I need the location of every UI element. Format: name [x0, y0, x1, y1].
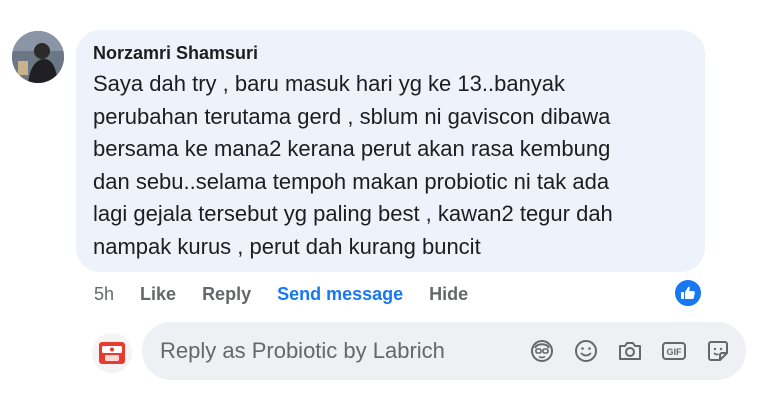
emoji-icon[interactable]: [572, 337, 600, 365]
avatar-sticker-icon[interactable]: [528, 337, 556, 365]
hide-button[interactable]: Hide: [429, 284, 468, 305]
reply-input[interactable]: Reply as Probiotic by Labrich GIF: [142, 322, 746, 380]
reply-toolbar: GIF: [512, 337, 732, 365]
sticker-icon[interactable]: [704, 337, 732, 365]
camera-icon[interactable]: [616, 337, 644, 365]
comment-timestamp[interactable]: 5h: [94, 284, 114, 305]
comment-actions: 5h Like Reply Send message Hide: [94, 282, 494, 306]
svg-text:GIF: GIF: [667, 347, 683, 357]
gif-icon[interactable]: GIF: [660, 337, 688, 365]
comment-bubble: Norzamri Shamsuri Saya dah try , baru ma…: [76, 30, 705, 272]
like-button[interactable]: Like: [140, 284, 176, 305]
page-avatar[interactable]: [92, 333, 132, 373]
comment-text: Saya dah try , baru masuk hari yg ke 13.…: [93, 71, 613, 259]
reply-placeholder[interactable]: Reply as Probiotic by Labrich: [160, 338, 512, 364]
reply-button[interactable]: Reply: [202, 284, 251, 305]
thumbs-up-icon: [681, 286, 695, 299]
send-message-button[interactable]: Send message: [277, 284, 403, 305]
like-reaction-badge[interactable]: [673, 278, 703, 308]
comment-author[interactable]: Norzamri Shamsuri: [93, 42, 687, 64]
commenter-avatar[interactable]: [12, 31, 64, 83]
